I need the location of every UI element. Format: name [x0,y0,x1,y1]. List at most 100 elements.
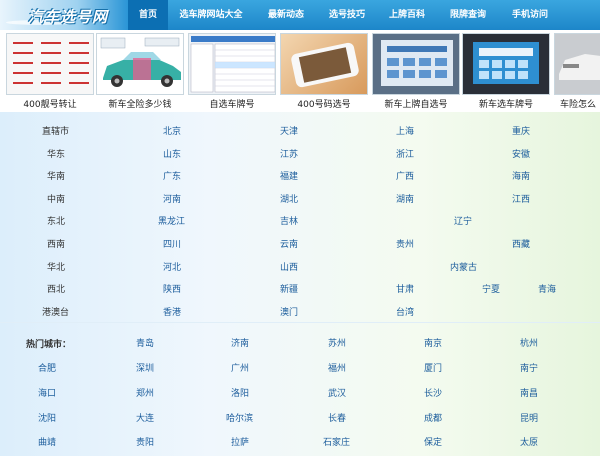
city-link[interactable]: 济南 [231,336,249,349]
region-label: 华东 [47,150,66,160]
city-link[interactable]: 大连 [136,411,154,424]
thumb-card[interactable]: 400靓号转让 [6,33,94,111]
phone-image[interactable] [280,33,368,95]
city-link[interactable]: 昆明 [520,411,538,424]
region-label: 华北 [47,263,66,273]
thumb-caption[interactable]: 车险怎么 [554,97,600,110]
city-link[interactable]: 拉萨 [231,435,249,448]
province-link[interactable]: 江苏 [280,147,298,160]
province-link[interactable]: 甘肃 [396,282,414,295]
province-link[interactable]: 湖北 [280,192,298,205]
city-link[interactable]: 苏州 [328,336,346,349]
nav-home[interactable]: 首页 [128,0,168,30]
city-link[interactable]: 福州 [328,361,346,374]
province-link[interactable]: 黑龙江 [158,214,185,227]
kiosk-screen-image[interactable] [372,33,460,95]
city-link[interactable]: 哈尔滨 [226,411,253,424]
province-link[interactable]: 四川 [163,237,181,250]
section-divider [0,322,600,323]
province-link[interactable]: 福建 [280,169,298,182]
thumb-caption[interactable]: 新车选车牌号 [458,97,554,110]
province-link[interactable]: 西藏 [512,237,530,250]
city-link[interactable]: 南昌 [520,386,538,399]
logo-text: 汽车选号网 [28,8,109,26]
province-link[interactable]: 辽宁 [454,214,472,227]
province-link[interactable]: 山东 [163,147,181,160]
province-link[interactable]: 云南 [280,237,298,250]
city-link[interactable]: 贵阳 [136,435,154,448]
province-link[interactable]: 北京 [163,124,181,137]
city-link[interactable]: 南京 [424,336,442,349]
province-link[interactable]: 宁夏 [482,282,500,295]
province-link[interactable]: 上海 [396,124,414,137]
car-image[interactable] [96,33,184,95]
plate-grid-image[interactable] [6,33,94,95]
thumb-caption[interactable]: 400号码选号 [276,97,372,110]
nav-mobile[interactable]: 手机访问 [500,0,560,30]
region-label: 西北 [47,285,66,295]
city-link[interactable]: 成都 [424,411,442,424]
province-link[interactable]: 山西 [280,260,298,273]
city-link[interactable]: 南宁 [520,361,538,374]
city-link[interactable]: 长春 [328,411,346,424]
nav-news[interactable]: 最新动态 [256,0,316,30]
province-link[interactable]: 浙江 [396,147,414,160]
city-link[interactable]: 长沙 [424,386,442,399]
city-link[interactable]: 杭州 [520,336,538,349]
table-screenshot-image[interactable] [188,33,276,95]
city-link[interactable]: 太原 [520,435,538,448]
province-link[interactable]: 香港 [163,305,181,318]
province-link[interactable]: 澳门 [280,305,298,318]
province-link[interactable]: 贵州 [396,237,414,250]
province-link[interactable]: 广东 [163,169,181,182]
province-link[interactable]: 海南 [512,169,530,182]
city-link[interactable]: 广州 [231,361,249,374]
province-link[interactable]: 吉林 [280,214,298,227]
province-link[interactable]: 内蒙古 [450,260,477,273]
city-link[interactable]: 深圳 [136,361,154,374]
nav-tips[interactable]: 选号技巧 [318,0,376,30]
province-link[interactable]: 陕西 [163,282,181,295]
site-logo[interactable]: 汽车选号网 [0,0,128,30]
thumb-card[interactable]: 自选车牌号 [188,33,276,111]
thumb-card[interactable]: 新车上牌自选号 [372,33,460,111]
province-link[interactable]: 天津 [280,124,298,137]
car-photo-image[interactable] [554,33,600,95]
region-label: 港澳台 [42,308,70,318]
city-link[interactable]: 海口 [38,386,56,399]
province-link[interactable]: 重庆 [512,124,530,137]
province-link[interactable]: 广西 [396,169,414,182]
city-link[interactable]: 合肥 [38,361,56,374]
thumb-card[interactable]: 400号码选号 [280,33,368,111]
province-link[interactable]: 新疆 [280,282,298,295]
region-label: 华南 [47,172,66,182]
city-link[interactable]: 石家庄 [323,435,350,448]
city-link[interactable]: 洛阳 [231,386,249,399]
nav-plate-sites[interactable]: 选车牌网站大全 [170,0,252,30]
thumb-card[interactable]: 新车全险多少钱 [96,33,184,111]
province-link[interactable]: 河南 [163,192,181,205]
nav-restriction-query[interactable]: 限牌查询 [438,0,498,30]
province-link[interactable]: 台湾 [396,305,414,318]
featured-thumbnails: 400靓号转让 新车全险多少钱 自选车牌号 400号码选号 新车上牌自选号 新车… [0,30,600,113]
city-link[interactable]: 厦门 [424,361,442,374]
city-link[interactable]: 郑州 [136,386,154,399]
city-link[interactable]: 曲靖 [38,435,56,448]
city-link[interactable]: 保定 [424,435,442,448]
city-link[interactable]: 青岛 [136,336,154,349]
province-link[interactable]: 江西 [512,192,530,205]
thumb-caption[interactable]: 400靓号转让 [2,97,98,110]
province-link[interactable]: 湖南 [396,192,414,205]
nav-encyclopedia[interactable]: 上牌百科 [378,0,436,30]
thumb-caption[interactable]: 新车全险多少钱 [92,97,188,110]
thumb-card[interactable]: 车险怎么 [554,33,600,111]
thumb-caption[interactable]: 新车上牌自选号 [368,97,464,110]
touchscreen-image[interactable] [462,33,550,95]
province-link[interactable]: 青海 [538,282,556,295]
province-link[interactable]: 河北 [163,260,181,273]
city-link[interactable]: 沈阳 [38,411,56,424]
city-link[interactable]: 武汉 [328,386,346,399]
province-link[interactable]: 安徽 [512,147,530,160]
thumb-card[interactable]: 新车选车牌号 [462,33,550,111]
thumb-caption[interactable]: 自选车牌号 [184,97,280,110]
